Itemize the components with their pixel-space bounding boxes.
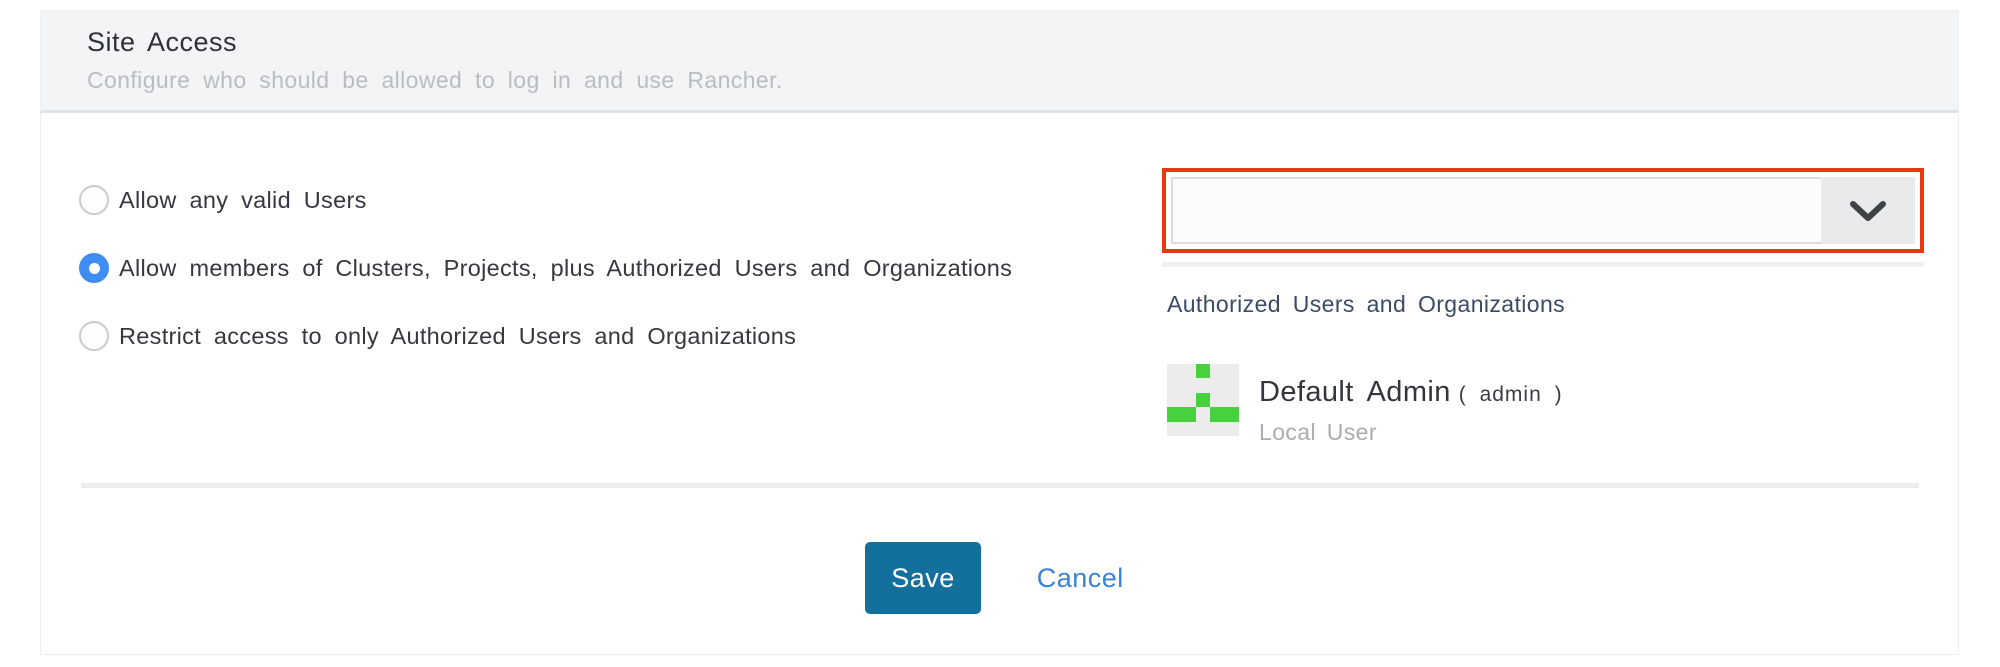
- identicon-cell-off: [1167, 378, 1181, 392]
- user-display-name: Default Admin ( admin ): [1259, 376, 1563, 409]
- user-name-text: Default Admin: [1259, 376, 1451, 408]
- panel-body: Allow any valid Users Allow members of C…: [41, 113, 1958, 614]
- authorized-user-item: Default Admin ( admin ) Local User: [1167, 364, 1924, 446]
- identicon-cell-off: [1210, 422, 1224, 436]
- identicon-cell-off: [1210, 393, 1224, 407]
- user-meta: Default Admin ( admin ) Local User: [1259, 364, 1563, 446]
- identicon-cell-off: [1210, 364, 1224, 378]
- identicon-cell-off: [1225, 422, 1239, 436]
- identicon-cell-off: [1167, 393, 1181, 407]
- section-rule: [1162, 262, 1924, 267]
- footer-divider: [81, 483, 1919, 488]
- identicon-cell-on: [1196, 393, 1210, 407]
- radio-option-label: Allow any valid Users: [119, 187, 367, 213]
- identicon-cell-off: [1181, 364, 1195, 378]
- chevron-down-icon: [1850, 200, 1886, 222]
- page-title: Site Access: [87, 27, 1912, 58]
- identicon-cell-on: [1167, 407, 1181, 421]
- radio-option-restrict-authorized-only[interactable]: Restrict access to only Authorized Users…: [65, 313, 1122, 359]
- panel-header: Site Access Configure who should be allo…: [41, 11, 1958, 113]
- save-button[interactable]: Save: [865, 542, 981, 614]
- radio-button[interactable]: [79, 321, 109, 351]
- content-columns: Allow any valid Users Allow members of C…: [65, 113, 1924, 483]
- identicon-cell-off: [1196, 378, 1210, 392]
- user-identicon-avatar: [1167, 364, 1239, 436]
- identicon-cell-off: [1181, 422, 1195, 436]
- radio-dot: [89, 263, 100, 274]
- footer-actions: Save Cancel: [65, 542, 1924, 614]
- radio-button[interactable]: [79, 185, 109, 215]
- highlight-annotation: [1162, 168, 1924, 253]
- dropdown-toggle-button[interactable]: [1821, 177, 1915, 244]
- identicon-cell-on: [1210, 407, 1224, 421]
- identicon-cell-off: [1225, 364, 1239, 378]
- radio-option-label: Restrict access to only Authorized Users…: [119, 323, 796, 349]
- radio-button[interactable]: [79, 253, 109, 283]
- cancel-button[interactable]: Cancel: [1037, 563, 1124, 594]
- user-type-label: Local User: [1259, 419, 1563, 446]
- identicon-cell-off: [1210, 378, 1224, 392]
- authorized-users-column: Authorized Users and Organizations Defau…: [1162, 113, 1924, 483]
- identicon-cell-off: [1181, 378, 1195, 392]
- identicon-cell-off: [1167, 422, 1181, 436]
- identicon-cell-off: [1167, 364, 1181, 378]
- identicon-cell-on: [1225, 407, 1239, 421]
- user-search-input[interactable]: [1171, 177, 1821, 244]
- radio-option-label: Allow members of Clusters, Projects, plu…: [119, 255, 1012, 281]
- user-username: ( admin ): [1459, 383, 1563, 406]
- identicon-cell-off: [1225, 378, 1239, 392]
- identicon-cell-on: [1196, 364, 1210, 378]
- identicon-cell-off: [1196, 407, 1210, 421]
- radio-option-any-valid-users[interactable]: Allow any valid Users: [65, 177, 1122, 223]
- identicon-cell-off: [1225, 393, 1239, 407]
- page-subtitle: Configure who should be allowed to log i…: [87, 67, 1912, 94]
- identicon-cell-off: [1196, 422, 1210, 436]
- identicon-cell-on: [1181, 407, 1195, 421]
- site-access-panel: Site Access Configure who should be allo…: [40, 10, 1959, 655]
- identicon-cell-off: [1181, 393, 1195, 407]
- authorized-users-title: Authorized Users and Organizations: [1167, 291, 1924, 318]
- user-picker-dropdown[interactable]: [1171, 177, 1915, 244]
- radio-option-members-plus-authorized[interactable]: Allow members of Clusters, Projects, plu…: [65, 245, 1122, 291]
- access-options-group: Allow any valid Users Allow members of C…: [65, 113, 1162, 483]
